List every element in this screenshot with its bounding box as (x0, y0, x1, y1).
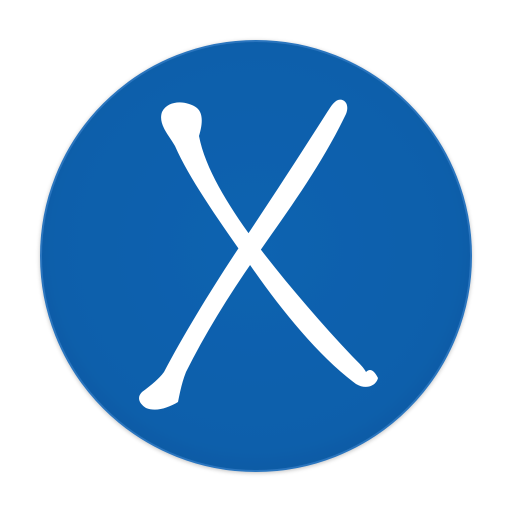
icon-canvas (0, 0, 512, 512)
letter-x-logo-icon[interactable] (0, 0, 512, 512)
